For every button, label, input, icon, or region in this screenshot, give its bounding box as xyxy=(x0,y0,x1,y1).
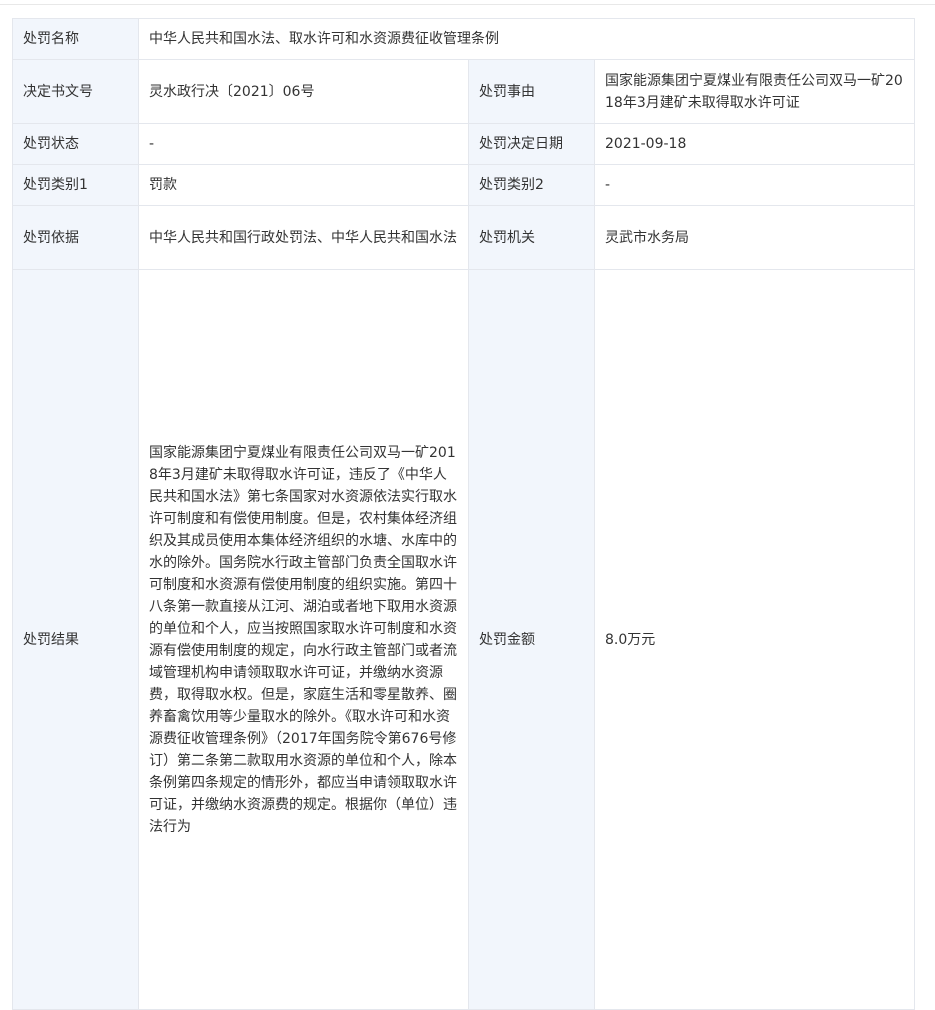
row-penalty-name: 处罚名称 中华人民共和国水法、取水许可和水资源费征收管理条例 xyxy=(12,18,916,60)
status-value: - xyxy=(138,123,469,165)
type1-label: 处罚类别1 xyxy=(12,164,139,206)
authority-label: 处罚机关 xyxy=(468,205,595,270)
row-status: 处罚状态 - 处罚决定日期 2021-09-18 xyxy=(12,123,916,165)
penalty-name-label: 处罚名称 xyxy=(12,18,139,60)
decision-date-value: 2021-09-18 xyxy=(593,123,916,165)
row-type: 处罚类别1 罚款 处罚类别2 - xyxy=(12,164,916,206)
basis-value: 中华人民共和国行政处罚法、中华人民共和国水法 xyxy=(138,205,469,270)
penalty-info-table: 处罚名称 中华人民共和国水法、取水许可和水资源费征收管理条例 决定书文号 灵水政… xyxy=(12,18,916,1010)
basis-label: 处罚依据 xyxy=(12,205,139,270)
status-label: 处罚状态 xyxy=(12,123,139,165)
row-doc-no: 决定书文号 灵水政行决〔2021〕06号 处罚事由 国家能源集团宁夏煤业有限责任… xyxy=(12,59,916,124)
type2-label: 处罚类别2 xyxy=(468,164,595,206)
penalty-name-value: 中华人民共和国水法、取水许可和水资源费征收管理条例 xyxy=(137,18,916,60)
doc-no-label: 决定书文号 xyxy=(12,59,139,124)
decision-date-label: 处罚决定日期 xyxy=(468,123,595,165)
top-border xyxy=(0,0,935,5)
type1-value: 罚款 xyxy=(138,164,469,206)
result-label: 处罚结果 xyxy=(12,269,139,1010)
row-result: 处罚结果 国家能源集团宁夏煤业有限责任公司双马一矿2018年3月建矿未取得取水许… xyxy=(12,269,916,1010)
type2-value: - xyxy=(593,164,916,206)
doc-no-value: 灵水政行决〔2021〕06号 xyxy=(138,59,469,124)
amount-value: 8.0万元 xyxy=(593,269,916,1010)
authority-value: 灵武市水务局 xyxy=(593,205,916,270)
result-value: 国家能源集团宁夏煤业有限责任公司双马一矿2018年3月建矿未取得取水许可证，违反… xyxy=(138,269,469,1010)
amount-label: 处罚金额 xyxy=(468,269,595,1010)
reason-value: 国家能源集团宁夏煤业有限责任公司双马一矿2018年3月建矿未取得取水许可证 xyxy=(593,59,916,124)
row-basis: 处罚依据 中华人民共和国行政处罚法、中华人民共和国水法 处罚机关 灵武市水务局 xyxy=(12,205,916,270)
reason-label: 处罚事由 xyxy=(468,59,595,124)
